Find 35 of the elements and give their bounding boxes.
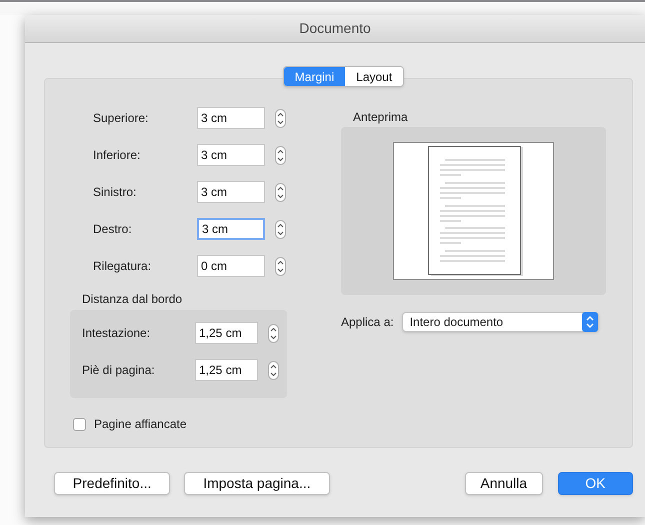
field-label: Intestazione:	[82, 325, 152, 342]
apply-dropdown[interactable]: Intero documento	[402, 312, 599, 332]
input-field[interactable]: 0 cm	[197, 255, 265, 277]
window-title: Documento	[299, 19, 371, 38]
preview-title: Anteprima	[353, 109, 409, 126]
field-label: Destro:	[93, 221, 133, 238]
field-label: Superiore:	[93, 110, 150, 127]
apply-label: Applica a:	[341, 314, 394, 331]
input-field[interactable]: 3 cm	[197, 107, 265, 129]
dialog-button[interactable]: Predefinito...	[54, 472, 170, 495]
stepper-icon[interactable]	[275, 220, 286, 238]
stepper-icon[interactable]	[275, 256, 286, 276]
tab[interactable]: Layout	[345, 67, 404, 86]
checkbox[interactable]	[73, 418, 86, 430]
stepper-icon[interactable]	[275, 108, 286, 128]
section-title: Distanza dal bordo	[82, 291, 184, 308]
dialog-button[interactable]: Annulla	[464, 472, 543, 495]
dialog-button[interactable]: Imposta pagina...	[184, 472, 330, 495]
field-label: Sinistro:	[93, 184, 138, 201]
input-field[interactable]: 3 cm	[197, 218, 265, 240]
dialog-button[interactable]: OK	[558, 472, 633, 495]
stepper-icon[interactable]	[275, 146, 286, 164]
input-field[interactable]: 1,25 cm	[195, 359, 258, 381]
input-field[interactable]: 3 cm	[197, 181, 265, 203]
input-field[interactable]: 3 cm	[197, 144, 265, 166]
stepper-icon[interactable]	[268, 360, 279, 380]
stepper-icon[interactable]	[268, 324, 279, 342]
tab[interactable]: Margini	[284, 67, 346, 86]
field-label: Piè di pagina:	[82, 362, 156, 379]
field-label: Inferiore:	[93, 147, 142, 164]
dropdown-arrows-icon	[582, 312, 598, 332]
input-field[interactable]: 1,25 cm	[195, 322, 258, 344]
checkbox-label[interactable]: Pagine affiancate	[94, 415, 187, 433]
stepper-icon[interactable]	[275, 182, 286, 202]
field-label: Rilegatura:	[93, 258, 152, 275]
